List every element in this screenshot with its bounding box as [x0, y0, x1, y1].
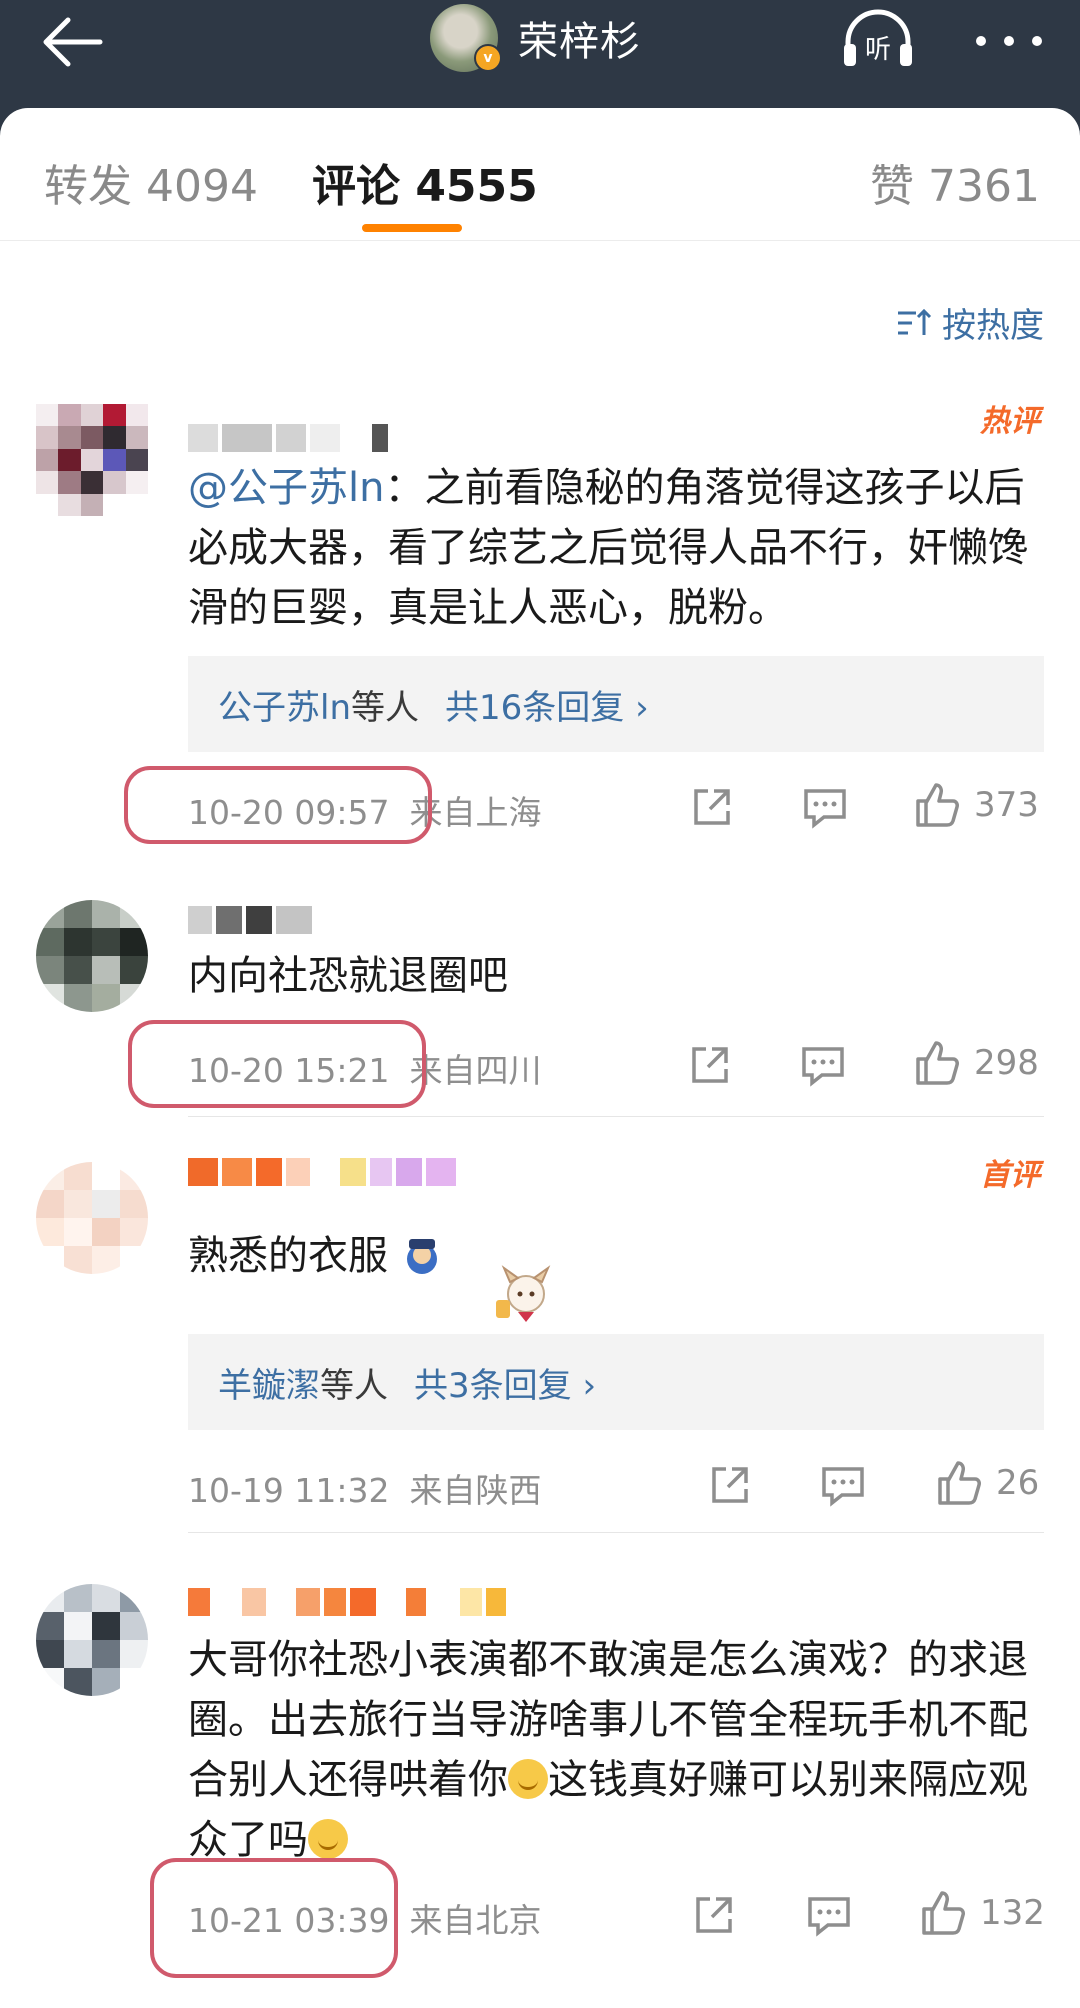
share-button[interactable] [692, 1890, 736, 1940]
listen-label: 听 [865, 35, 891, 65]
back-arrow-icon [43, 17, 103, 67]
replies-preview[interactable]: 羊鏇潔 等人 共3条回复 › [188, 1334, 1044, 1430]
divider [188, 1532, 1044, 1533]
thumbs-up-icon [922, 1891, 965, 1935]
comment-text: 内向社恐就退圈吧 [188, 953, 508, 999]
highlight-circle [150, 1858, 398, 1978]
reply-button[interactable] [802, 782, 848, 832]
like-count: 373 [974, 785, 1039, 825]
like-button[interactable]: 373 [912, 780, 1039, 830]
share-button[interactable] [690, 782, 734, 832]
reply-user[interactable]: 公子苏ln [218, 680, 351, 729]
share-icon [694, 789, 730, 825]
comment-text: 熟悉的衣服 [188, 1226, 1048, 1286]
listen-button[interactable]: 听 [838, 8, 918, 72]
sort-toggle[interactable]: 按热度 [896, 298, 1044, 347]
avatar[interactable] [36, 900, 148, 1012]
verified-badge-icon: v [474, 43, 502, 72]
reply-suffix: 等人 [351, 687, 419, 728]
profile-header[interactable]: v 荣梓杉 [430, 0, 641, 75]
profile-name[interactable]: 荣梓杉 [518, 9, 641, 67]
comment-icon [804, 789, 846, 829]
comment-location: 来自北京 [409, 1901, 542, 1940]
like-button[interactable]: 26 [934, 1458, 1039, 1508]
comment-meta: 10-19 11:32 来自陕西 [188, 1464, 541, 1512]
like-button[interactable]: 132 [918, 1888, 1045, 1938]
avatar[interactable]: v [430, 3, 502, 72]
thumbs-up-icon [916, 783, 959, 827]
active-tab-indicator [362, 224, 462, 232]
mention-link[interactable]: @公子苏ln [188, 465, 384, 511]
smile-emoji-icon [508, 1759, 548, 1799]
reply-button[interactable] [800, 1040, 846, 1090]
reply-count[interactable]: 共3条回复 › [414, 1358, 596, 1407]
headphones-icon: 听 [844, 9, 912, 66]
back-button[interactable] [38, 12, 118, 72]
smile-emoji-icon [308, 1819, 348, 1859]
comment-body: 熟悉的衣服 [188, 1233, 388, 1279]
tab-repost[interactable]: 转发 4094 [44, 150, 258, 214]
thumbs-up-icon [916, 1041, 959, 1085]
sort-icon [898, 308, 932, 335]
comment-location: 来自四川 [409, 1051, 542, 1090]
like-button[interactable]: 298 [912, 1038, 1039, 1088]
comment-item: 首评 熟悉的衣服 羊鏇潔 等人 共3条回复 › 10-19 11:32 来自陕西 26 [0, 1150, 1080, 1540]
tab-likes[interactable]: 赞 7361 [870, 150, 1040, 214]
sort-label: 按热度 [942, 306, 1044, 346]
comment-text: 大哥你社恐小表演都不敢演是怎么演戏？的求退圈。出去旅行当导游啥事儿不管全程玩手机… [188, 1630, 1048, 1870]
avatar[interactable] [36, 1584, 148, 1696]
reply-button[interactable] [806, 1890, 852, 1940]
first-comment-badge: 首评 [980, 1158, 1040, 1193]
comment-icon [822, 1467, 864, 1507]
reply-button[interactable] [820, 1460, 866, 1510]
reply-suffix: 等人 [320, 1365, 388, 1406]
comment-item: 内向社恐就退圈吧 10-20 15:21 来自四川 298 [0, 890, 1080, 1120]
divider [188, 1116, 1044, 1117]
avatar[interactable] [36, 404, 148, 516]
share-button[interactable] [708, 1460, 752, 1510]
like-count: 132 [980, 1893, 1045, 1933]
username-redacted[interactable] [188, 1158, 456, 1186]
tab-comments[interactable]: 评论 4555 [312, 150, 538, 214]
reply-count[interactable]: 共16条回复 › [445, 680, 649, 729]
share-icon [692, 1047, 728, 1083]
username-redacted[interactable] [188, 424, 388, 452]
replies-preview[interactable]: 公子苏ln 等人 共16条回复 › [188, 656, 1044, 752]
avatar[interactable] [36, 1162, 148, 1274]
comment-item: 大哥你社恐小表演都不敢演是怎么演戏？的求退圈。出去旅行当导游啥事儿不管全程玩手机… [0, 1576, 1080, 1996]
comment-text: @公子苏ln：之前看隐秘的角落觉得这孩子以后必成大器，看了综艺之后觉得人品不行，… [188, 458, 1048, 638]
hot-comment-badge: 热评 [980, 404, 1040, 439]
like-count: 26 [996, 1463, 1040, 1503]
reply-user[interactable]: 羊鏇潔 [218, 1358, 320, 1407]
comment-icon [808, 1897, 850, 1937]
username-redacted[interactable] [188, 906, 312, 934]
share-button[interactable] [688, 1040, 732, 1090]
share-icon [712, 1467, 748, 1503]
comment-location: 来自陕西 [409, 1471, 542, 1510]
more-options-button[interactable] [970, 12, 1050, 62]
share-icon [696, 1897, 732, 1933]
like-count: 298 [974, 1043, 1039, 1083]
thumbs-up-icon [938, 1461, 981, 1505]
highlight-circle [124, 766, 432, 844]
comment-icon [802, 1047, 844, 1087]
highlight-circle [128, 1020, 426, 1108]
sticker-icon [496, 1265, 551, 1322]
character-emoji-icon [406, 1239, 437, 1274]
tab-bar: 转发 4094 评论 4555 赞 7361 [0, 108, 1080, 241]
username-redacted[interactable] [188, 1588, 506, 1616]
comment-time: 10-19 11:32 [188, 1471, 390, 1510]
comment-item: 热评 @公子苏ln：之前看隐秘的角落觉得这孩子以后必成大器，看了综艺之后觉得人品… [0, 400, 1080, 860]
